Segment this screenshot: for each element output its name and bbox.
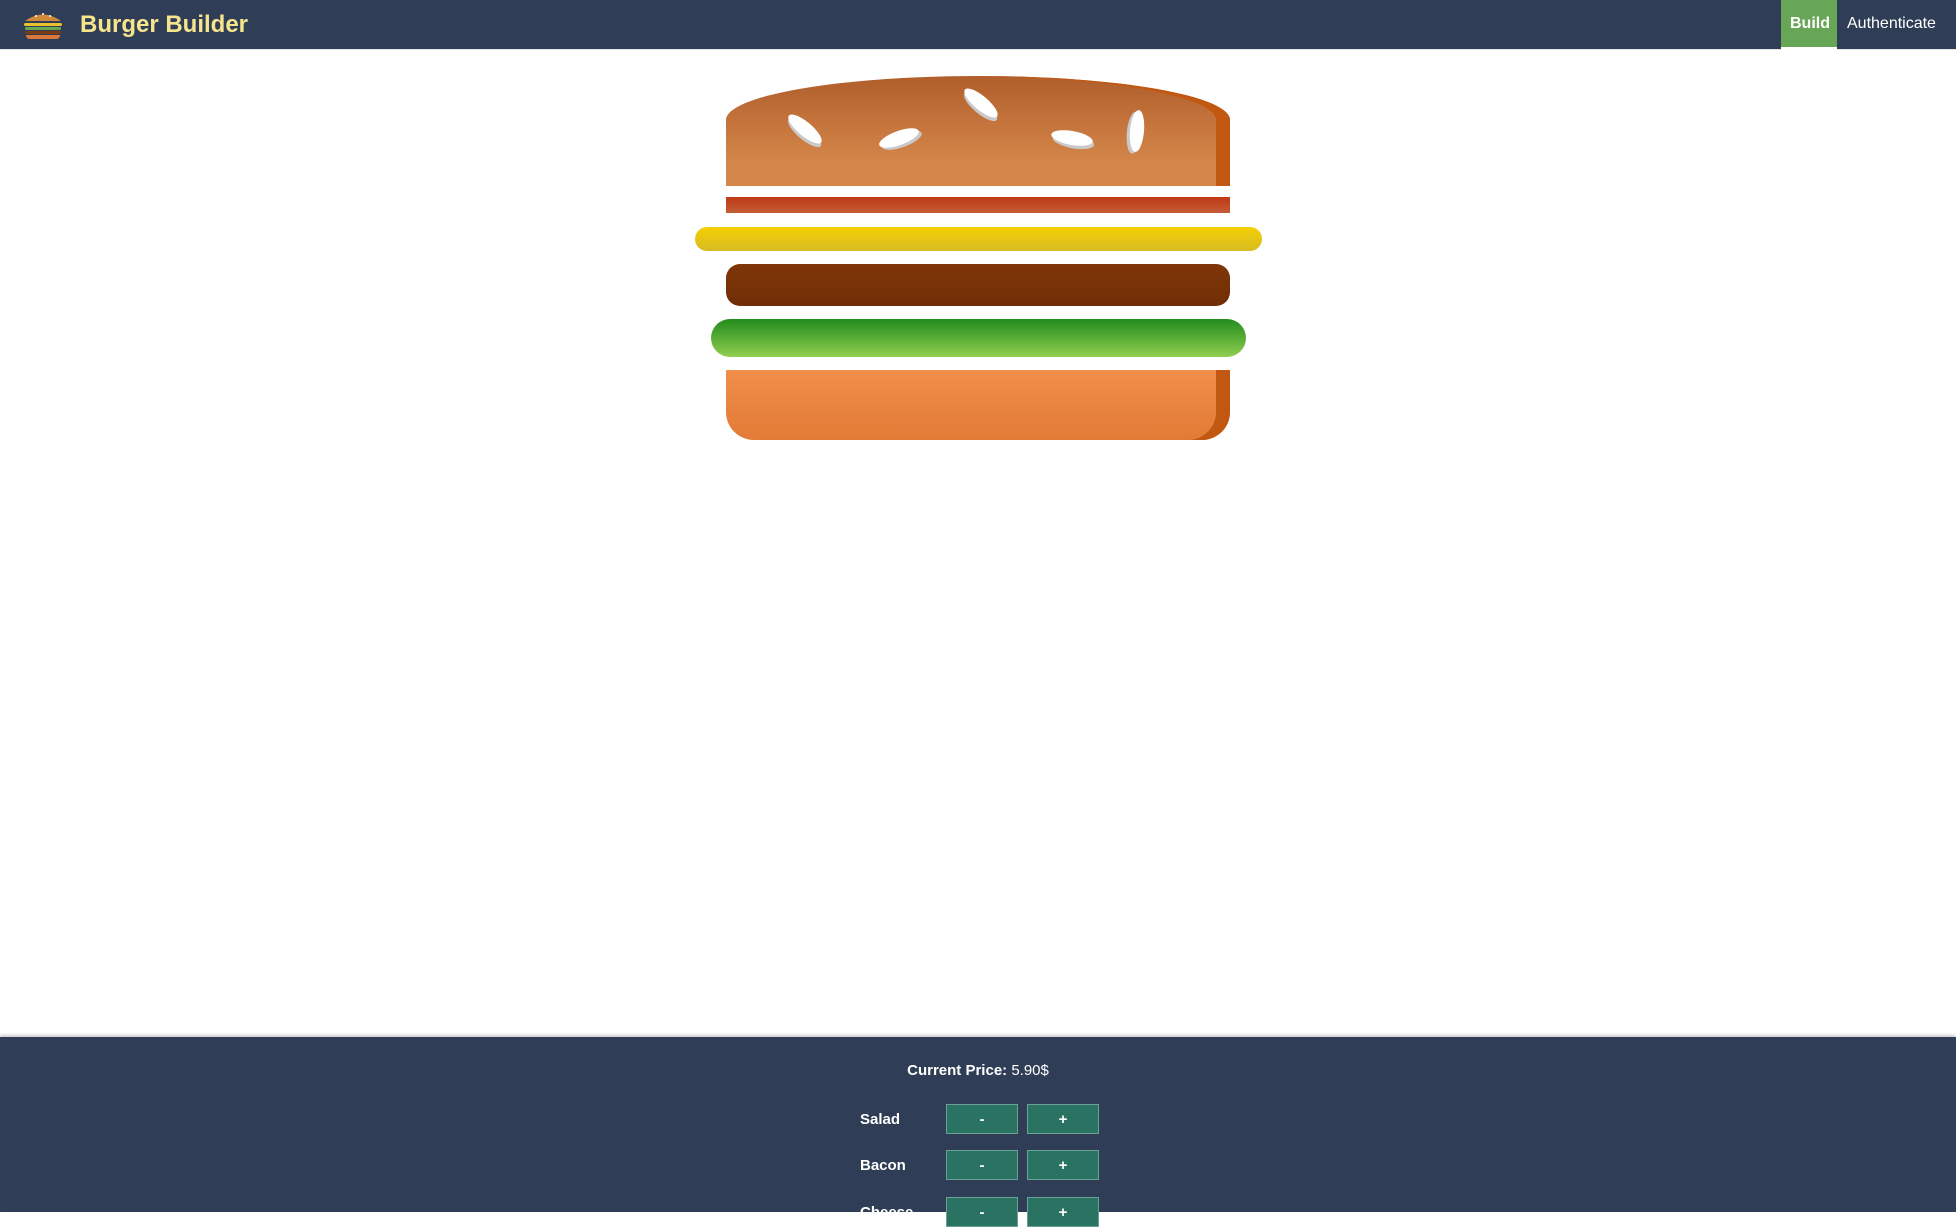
bacon-more-button[interactable]: + [1027,1150,1099,1180]
control-label: Bacon [860,1157,906,1174]
price-value: 5.90$ [1011,1062,1049,1079]
burger-logo-icon[interactable] [22,10,64,40]
toolbar: Burger Builder Build Authenticate [0,0,1956,50]
control-label: Cheese [860,1204,914,1221]
seed [1128,109,1146,153]
cheese-more-button[interactable]: + [1027,1197,1099,1227]
seed [784,110,826,148]
price-label: Current Price: [907,1062,1008,1079]
salad-more-button[interactable]: + [1027,1104,1099,1134]
burger-preview [690,76,1266,446]
current-price: Current Price: 5.90$ [0,1061,1956,1081]
salad-layer [711,319,1246,357]
bacon-layer [726,197,1230,213]
nav-authenticate-link[interactable]: Authenticate [1838,0,1945,50]
bacon-less-button[interactable]: - [946,1150,1018,1180]
seed [876,124,922,152]
control-cheese: Cheese - + [860,1197,1100,1229]
bread-bottom [726,370,1230,440]
bread-top [726,76,1230,186]
salad-less-button[interactable]: - [946,1104,1018,1134]
seed [1050,127,1094,149]
cheese-layer [695,227,1262,251]
brand-title: Burger Builder [80,11,249,38]
seed [960,84,1002,122]
build-controls: Current Price: 5.90$ Salad - + Bacon - +… [0,1037,1956,1227]
meat-layer [726,264,1230,306]
control-label: Salad [860,1111,901,1128]
control-bacon: Bacon - + [860,1150,1100,1182]
cheese-less-button[interactable]: - [946,1197,1018,1227]
control-salad: Salad - + [860,1104,1100,1136]
nav-build-link[interactable]: Build [1781,0,1837,50]
